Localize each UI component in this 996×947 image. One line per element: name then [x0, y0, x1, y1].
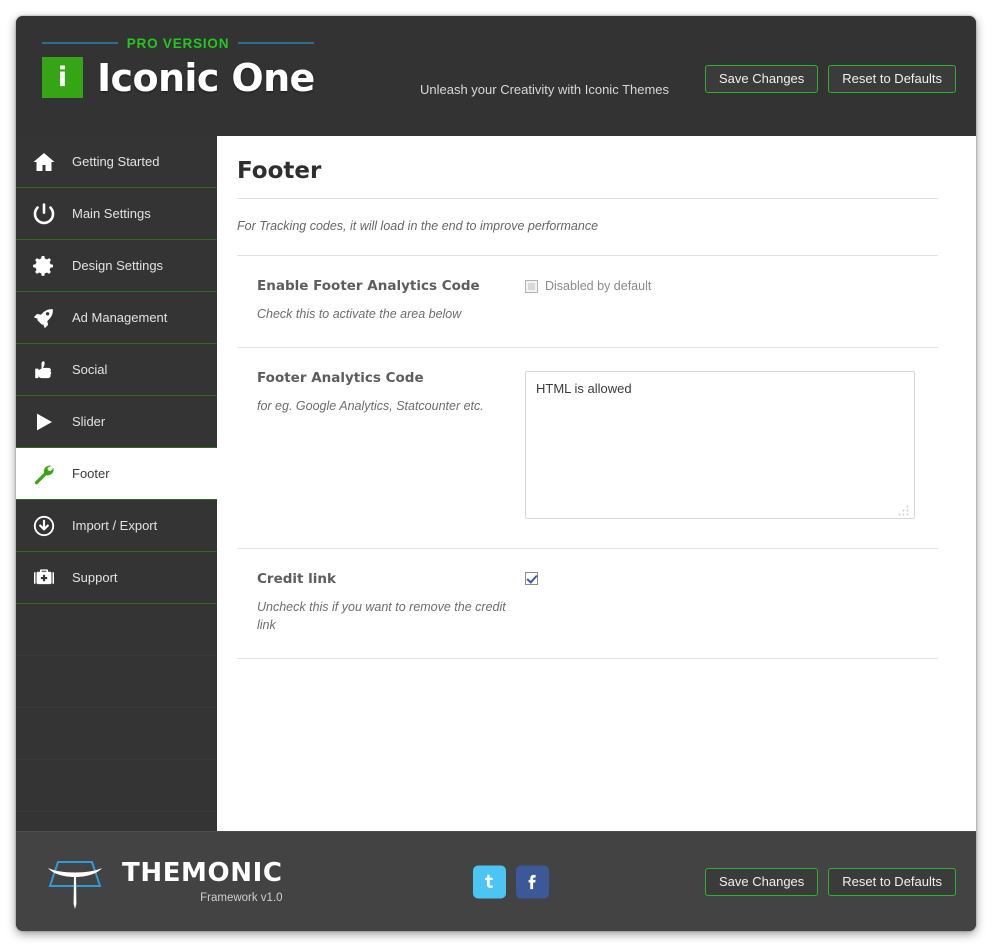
- sidebar-band: [16, 604, 217, 656]
- setting-description: Uncheck this if you want to remove the c…: [257, 600, 506, 633]
- sidebar-item-label: Support: [72, 570, 118, 585]
- first-aid-kit-icon: [16, 566, 72, 590]
- play-icon: [16, 410, 72, 434]
- rocket-icon: [16, 306, 72, 330]
- sidebar-item-label: Slider: [72, 414, 106, 429]
- page-title: Footer: [237, 136, 938, 199]
- app-footer: THEMONIC Framework v1.0 Save Changes Res…: [16, 831, 976, 931]
- pro-rule-right: [238, 42, 315, 44]
- download-circle-icon: [16, 514, 72, 538]
- sidebar-item-getting-started[interactable]: Getting Started: [16, 136, 217, 188]
- footer-reset-to-defaults-button[interactable]: Reset to Defaults: [828, 867, 956, 896]
- header-save-changes-button[interactable]: Save Changes: [705, 65, 819, 93]
- enable-footer-analytics-checkbox-row[interactable]: Disabled by default: [525, 279, 938, 293]
- logo-row: i Iconic One: [42, 57, 315, 98]
- themonic-framework-version: Framework v1.0: [200, 891, 283, 904]
- power-icon: [16, 202, 72, 226]
- social-links: [473, 865, 549, 898]
- sidebar-item-label: Main Settings: [72, 206, 151, 221]
- setting-row-credit-link: Credit link Uncheck this if you want to …: [237, 549, 938, 660]
- sidebar-item-ad-management[interactable]: Ad Management: [16, 292, 217, 344]
- pro-version-banner: PRO VERSION: [42, 35, 315, 51]
- setting-row-footer-analytics-code: Footer Analytics Code for eg. Google Ana…: [237, 348, 938, 550]
- sidebar-item-design-settings[interactable]: Design Settings: [16, 240, 217, 292]
- sidebar-item-label: Import / Export: [72, 518, 158, 533]
- checkbox-label: Disabled by default: [545, 279, 652, 293]
- sidebar-item-footer[interactable]: Footer: [16, 448, 217, 500]
- setting-field: [525, 571, 938, 590]
- sidebar-band: [16, 760, 217, 812]
- twitter-icon[interactable]: [473, 865, 506, 898]
- logo-title: Iconic One: [97, 55, 315, 100]
- tagline: Unleash your Creativity with Iconic Them…: [420, 82, 670, 97]
- sidebar-item-label: Ad Management: [72, 310, 168, 325]
- setting-field: [525, 370, 938, 524]
- footer-save-changes-button[interactable]: Save Changes: [705, 867, 819, 896]
- sidebar-nav: Getting Started Main Settings Design Set…: [16, 136, 217, 831]
- header-buttons: Save Changes Reset to Defaults: [705, 65, 956, 93]
- sidebar-item-main-settings[interactable]: Main Settings: [16, 188, 217, 240]
- facebook-icon[interactable]: [516, 865, 549, 898]
- themonic-name: THEMONIC: [122, 857, 283, 888]
- footer-buttons: Save Changes Reset to Defaults: [705, 867, 956, 896]
- wrench-icon: [16, 462, 72, 486]
- sidebar-item-label: Design Settings: [72, 258, 164, 273]
- sidebar-band: [16, 708, 217, 760]
- sidebar-item-import-export[interactable]: Import / Export: [16, 500, 217, 552]
- pro-version-label: PRO VERSION: [126, 35, 230, 51]
- sidebar-item-label: Footer: [72, 466, 110, 481]
- sidebar-item-label: Getting Started: [72, 154, 160, 169]
- themonic-text: THEMONIC Framework v1.0: [122, 860, 283, 904]
- page-description: For Tracking codes, it will load in the …: [237, 199, 938, 256]
- footer-analytics-code-textarea[interactable]: [525, 371, 915, 520]
- setting-description: for eg. Google Analytics, Statcounter et…: [257, 399, 484, 414]
- main-content: Footer For Tracking codes, it will load …: [217, 136, 976, 831]
- app-header: PRO VERSION i Iconic One Unleash your Cr…: [16, 16, 976, 136]
- sidebar-band: [16, 656, 217, 708]
- sidebar-item-social[interactable]: Social: [16, 344, 217, 396]
- setting-labels: Credit link Uncheck this if you want to …: [237, 571, 525, 634]
- thumbs-up-icon: [16, 358, 72, 382]
- pro-rule-left: [42, 42, 118, 44]
- themonic-anvil-icon: [42, 852, 108, 912]
- app-window: PRO VERSION i Iconic One Unleash your Cr…: [16, 16, 976, 931]
- setting-row-enable-footer-analytics: Enable Footer Analytics Code Check this …: [237, 256, 938, 349]
- home-icon: [16, 150, 72, 174]
- header-reset-to-defaults-button[interactable]: Reset to Defaults: [828, 65, 956, 93]
- sidebar-item-support[interactable]: Support: [16, 552, 217, 604]
- setting-title: Enable Footer Analytics Code: [257, 278, 480, 294]
- setting-description: Check this to activate the area below: [257, 307, 462, 321]
- sidebar-item-label: Social: [72, 362, 108, 377]
- setting-labels: Enable Footer Analytics Code Check this …: [237, 278, 525, 323]
- textarea-wrapper: [525, 371, 915, 524]
- app-body: Getting Started Main Settings Design Set…: [16, 136, 976, 831]
- setting-title: Credit link: [257, 571, 337, 588]
- themonic-brand: THEMONIC Framework v1.0: [42, 852, 283, 912]
- sidebar-filler: [16, 604, 217, 831]
- setting-title: Footer Analytics Code: [257, 370, 424, 387]
- gear-icon: [16, 254, 72, 278]
- brand-logo: PRO VERSION i Iconic One: [42, 36, 315, 98]
- logo-badge-icon: i: [42, 57, 83, 98]
- setting-labels: Footer Analytics Code for eg. Google Ana…: [237, 370, 525, 415]
- sidebar-item-slider[interactable]: Slider: [16, 396, 217, 448]
- setting-field: Disabled by default: [525, 278, 938, 293]
- enable-footer-analytics-checkbox[interactable]: [525, 279, 538, 293]
- credit-link-checkbox[interactable]: [525, 572, 538, 586]
